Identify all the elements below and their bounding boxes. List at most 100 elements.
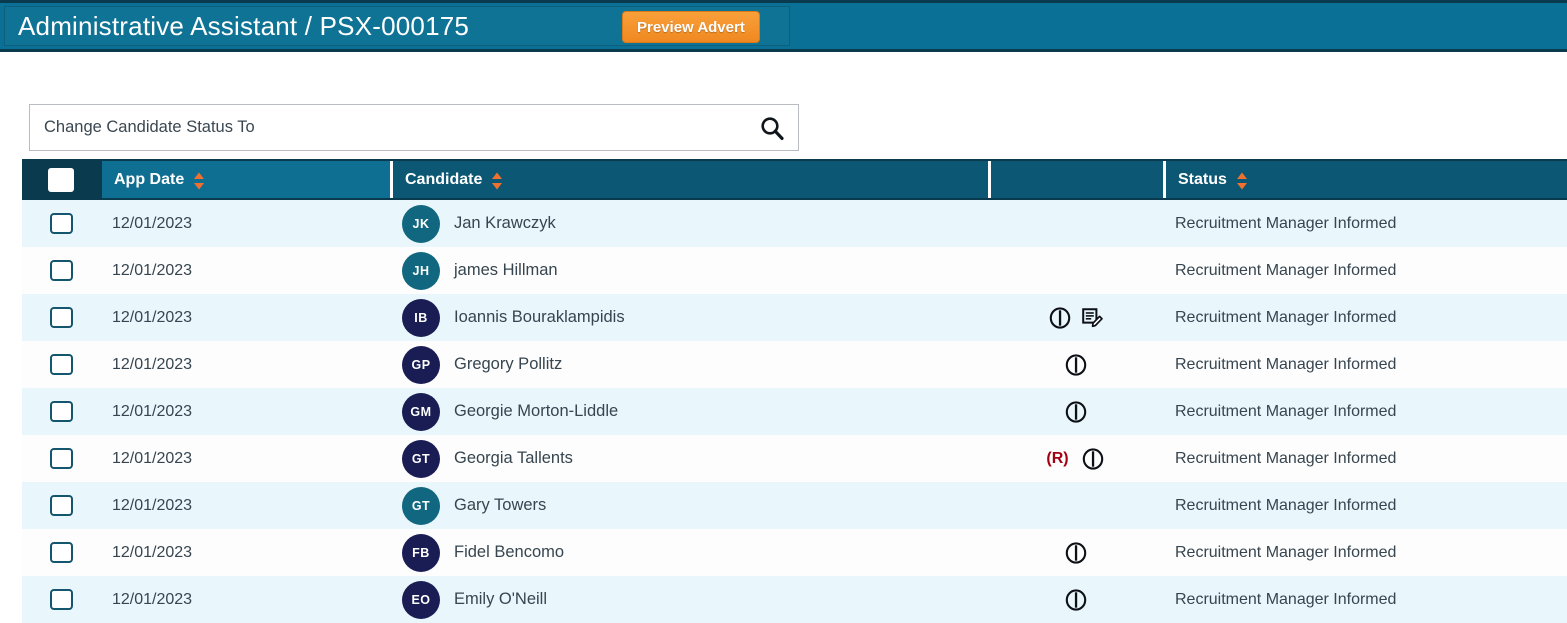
cell-status: Recruitment Manager Informed: [1163, 529, 1567, 576]
candidate-name[interactable]: Ioannis Bouraklampidis: [454, 308, 625, 327]
row-checkbox[interactable]: [49, 307, 73, 328]
avatar-initials: GT: [411, 498, 431, 513]
column-header-candidate[interactable]: Candidate: [390, 161, 988, 198]
cell-status: Recruitment Manager Informed: [1163, 435, 1567, 482]
preview-advert-button[interactable]: Preview Advert: [622, 11, 760, 43]
change-status-search-input[interactable]: [30, 118, 746, 137]
sort-arrows-icon[interactable]: [1236, 172, 1248, 190]
table-row[interactable]: 12/01/2023 GT Gary Towers Recruitment Manag…: [22, 482, 1567, 529]
cell-candidate[interactable]: JH james Hillman: [390, 247, 988, 294]
info-circle-icon[interactable]: [1048, 306, 1072, 330]
column-header-icons: [988, 161, 1163, 198]
row-checkbox[interactable]: [49, 542, 73, 563]
sort-arrows-icon[interactable]: [491, 172, 503, 190]
row-select-cell[interactable]: [22, 529, 100, 576]
table-row[interactable]: 12/01/2023 GP Gregory Pollitz Recruitment M…: [22, 341, 1567, 388]
column-header-app-date-label: App Date: [114, 170, 185, 188]
info-circle-icon[interactable]: [1081, 447, 1105, 471]
candidate-name[interactable]: Fidel Bencomo: [454, 543, 564, 562]
select-all-checkbox[interactable]: [48, 167, 74, 192]
avatar-initials: GM: [410, 404, 432, 419]
column-header-app-date[interactable]: App Date: [100, 161, 390, 198]
cell-candidate[interactable]: JK Jan Krawczyk: [390, 200, 988, 247]
page-title: Administrative Assistant / PSX-000175: [18, 11, 470, 41]
avatar: FB: [402, 533, 440, 572]
cell-status: Recruitment Manager Informed: [1163, 294, 1567, 341]
avatar: GP: [402, 345, 440, 384]
avatar-initials: EO: [411, 592, 431, 607]
app-date-value: 12/01/2023: [112, 402, 193, 420]
candidate-name[interactable]: Georgia Tallents: [454, 449, 573, 468]
status-value: Recruitment Manager Informed: [1175, 449, 1397, 467]
table-row[interactable]: 12/01/2023 JH james Hillman Recruitment Man…: [22, 247, 1567, 294]
row-checkbox[interactable]: [49, 354, 73, 375]
cell-app-date: 12/01/2023: [100, 482, 390, 529]
row-select-cell[interactable]: [22, 247, 100, 294]
table-row[interactable]: 12/01/2023 IB Ioannis Bouraklampidis Recrui…: [22, 294, 1567, 341]
app-date-value: 12/01/2023: [112, 543, 193, 561]
row-select-cell[interactable]: [22, 435, 100, 482]
table-row[interactable]: 12/01/2023 EO Emily O'Neill Recruitment Man…: [22, 576, 1567, 623]
row-select-cell[interactable]: [22, 388, 100, 435]
row-select-cell[interactable]: [22, 576, 100, 623]
table-row[interactable]: 12/01/2023 JK Jan Krawczyk Recruitment Mana…: [22, 200, 1567, 247]
cell-app-date: 12/01/2023: [100, 294, 390, 341]
row-checkbox[interactable]: [49, 213, 73, 234]
cell-row-icons: [988, 529, 1163, 576]
info-circle-icon[interactable]: [1064, 588, 1088, 612]
cell-candidate[interactable]: GT Georgia Tallents: [390, 435, 988, 482]
candidate-name[interactable]: Emily O'Neill: [454, 590, 547, 609]
table-row[interactable]: 12/01/2023 FB Fidel Bencomo Recruitment Man…: [22, 529, 1567, 576]
cell-row-icons: [988, 294, 1163, 341]
column-header-select-all[interactable]: [22, 161, 100, 198]
cell-candidate[interactable]: IB Ioannis Bouraklampidis: [390, 294, 988, 341]
change-status-search-box[interactable]: [29, 104, 799, 151]
cell-app-date: 12/01/2023: [100, 200, 390, 247]
row-checkbox[interactable]: [49, 495, 73, 516]
info-circle-icon[interactable]: [1064, 541, 1088, 565]
cell-candidate[interactable]: EO Emily O'Neill: [390, 576, 988, 623]
cell-candidate[interactable]: FB Fidel Bencomo: [390, 529, 988, 576]
row-select-cell[interactable]: [22, 294, 100, 341]
candidate-name[interactable]: Georgie Morton-Liddle: [454, 402, 618, 421]
cell-status: Recruitment Manager Informed: [1163, 341, 1567, 388]
candidate-name[interactable]: Jan Krawczyk: [454, 214, 556, 233]
row-checkbox[interactable]: [49, 401, 73, 422]
status-value: Recruitment Manager Informed: [1175, 496, 1397, 514]
row-checkbox[interactable]: [49, 448, 73, 469]
table-header-row: App Date Candidate Status: [22, 159, 1567, 200]
info-circle-icon[interactable]: [1064, 353, 1088, 377]
cell-row-icons: [988, 388, 1163, 435]
row-checkbox[interactable]: [49, 260, 73, 281]
search-icon[interactable]: [746, 115, 798, 141]
info-circle-icon[interactable]: [1064, 400, 1088, 424]
status-value: Recruitment Manager Informed: [1175, 261, 1397, 279]
page-banner: Administrative Assistant / PSX-000175 Pr…: [0, 0, 1567, 52]
cell-status: Recruitment Manager Informed: [1163, 576, 1567, 623]
status-value: Recruitment Manager Informed: [1175, 543, 1397, 561]
app-date-value: 12/01/2023: [112, 449, 193, 467]
row-select-cell[interactable]: [22, 482, 100, 529]
table-body: 12/01/2023 JK Jan Krawczyk Recruitment Mana…: [22, 200, 1567, 623]
row-select-cell[interactable]: [22, 200, 100, 247]
avatar-initials: JH: [412, 263, 430, 278]
row-checkbox[interactable]: [49, 589, 73, 610]
cell-candidate[interactable]: GM Georgie Morton-Liddle: [390, 388, 988, 435]
avatar: IB: [402, 298, 440, 337]
candidate-name[interactable]: Gregory Pollitz: [454, 355, 562, 374]
column-header-status[interactable]: Status: [1163, 161, 1567, 198]
cell-candidate[interactable]: GT Gary Towers: [390, 482, 988, 529]
avatar-initials: GP: [411, 357, 431, 372]
document-edit-icon[interactable]: [1080, 306, 1104, 330]
cell-app-date: 12/01/2023: [100, 435, 390, 482]
candidate-name[interactable]: Gary Towers: [454, 496, 546, 515]
sort-arrows-icon[interactable]: [193, 172, 205, 190]
cell-candidate[interactable]: GP Gregory Pollitz: [390, 341, 988, 388]
cell-status: Recruitment Manager Informed: [1163, 482, 1567, 529]
row-select-cell[interactable]: [22, 341, 100, 388]
avatar: JH: [402, 251, 440, 290]
table-row[interactable]: 12/01/2023 GM Georgie Morton-Liddle Recruit…: [22, 388, 1567, 435]
table-row[interactable]: 12/01/2023 GT Georgia Tallents (R) Recruitme…: [22, 435, 1567, 482]
app-date-value: 12/01/2023: [112, 590, 193, 608]
candidate-name[interactable]: james Hillman: [454, 261, 558, 280]
